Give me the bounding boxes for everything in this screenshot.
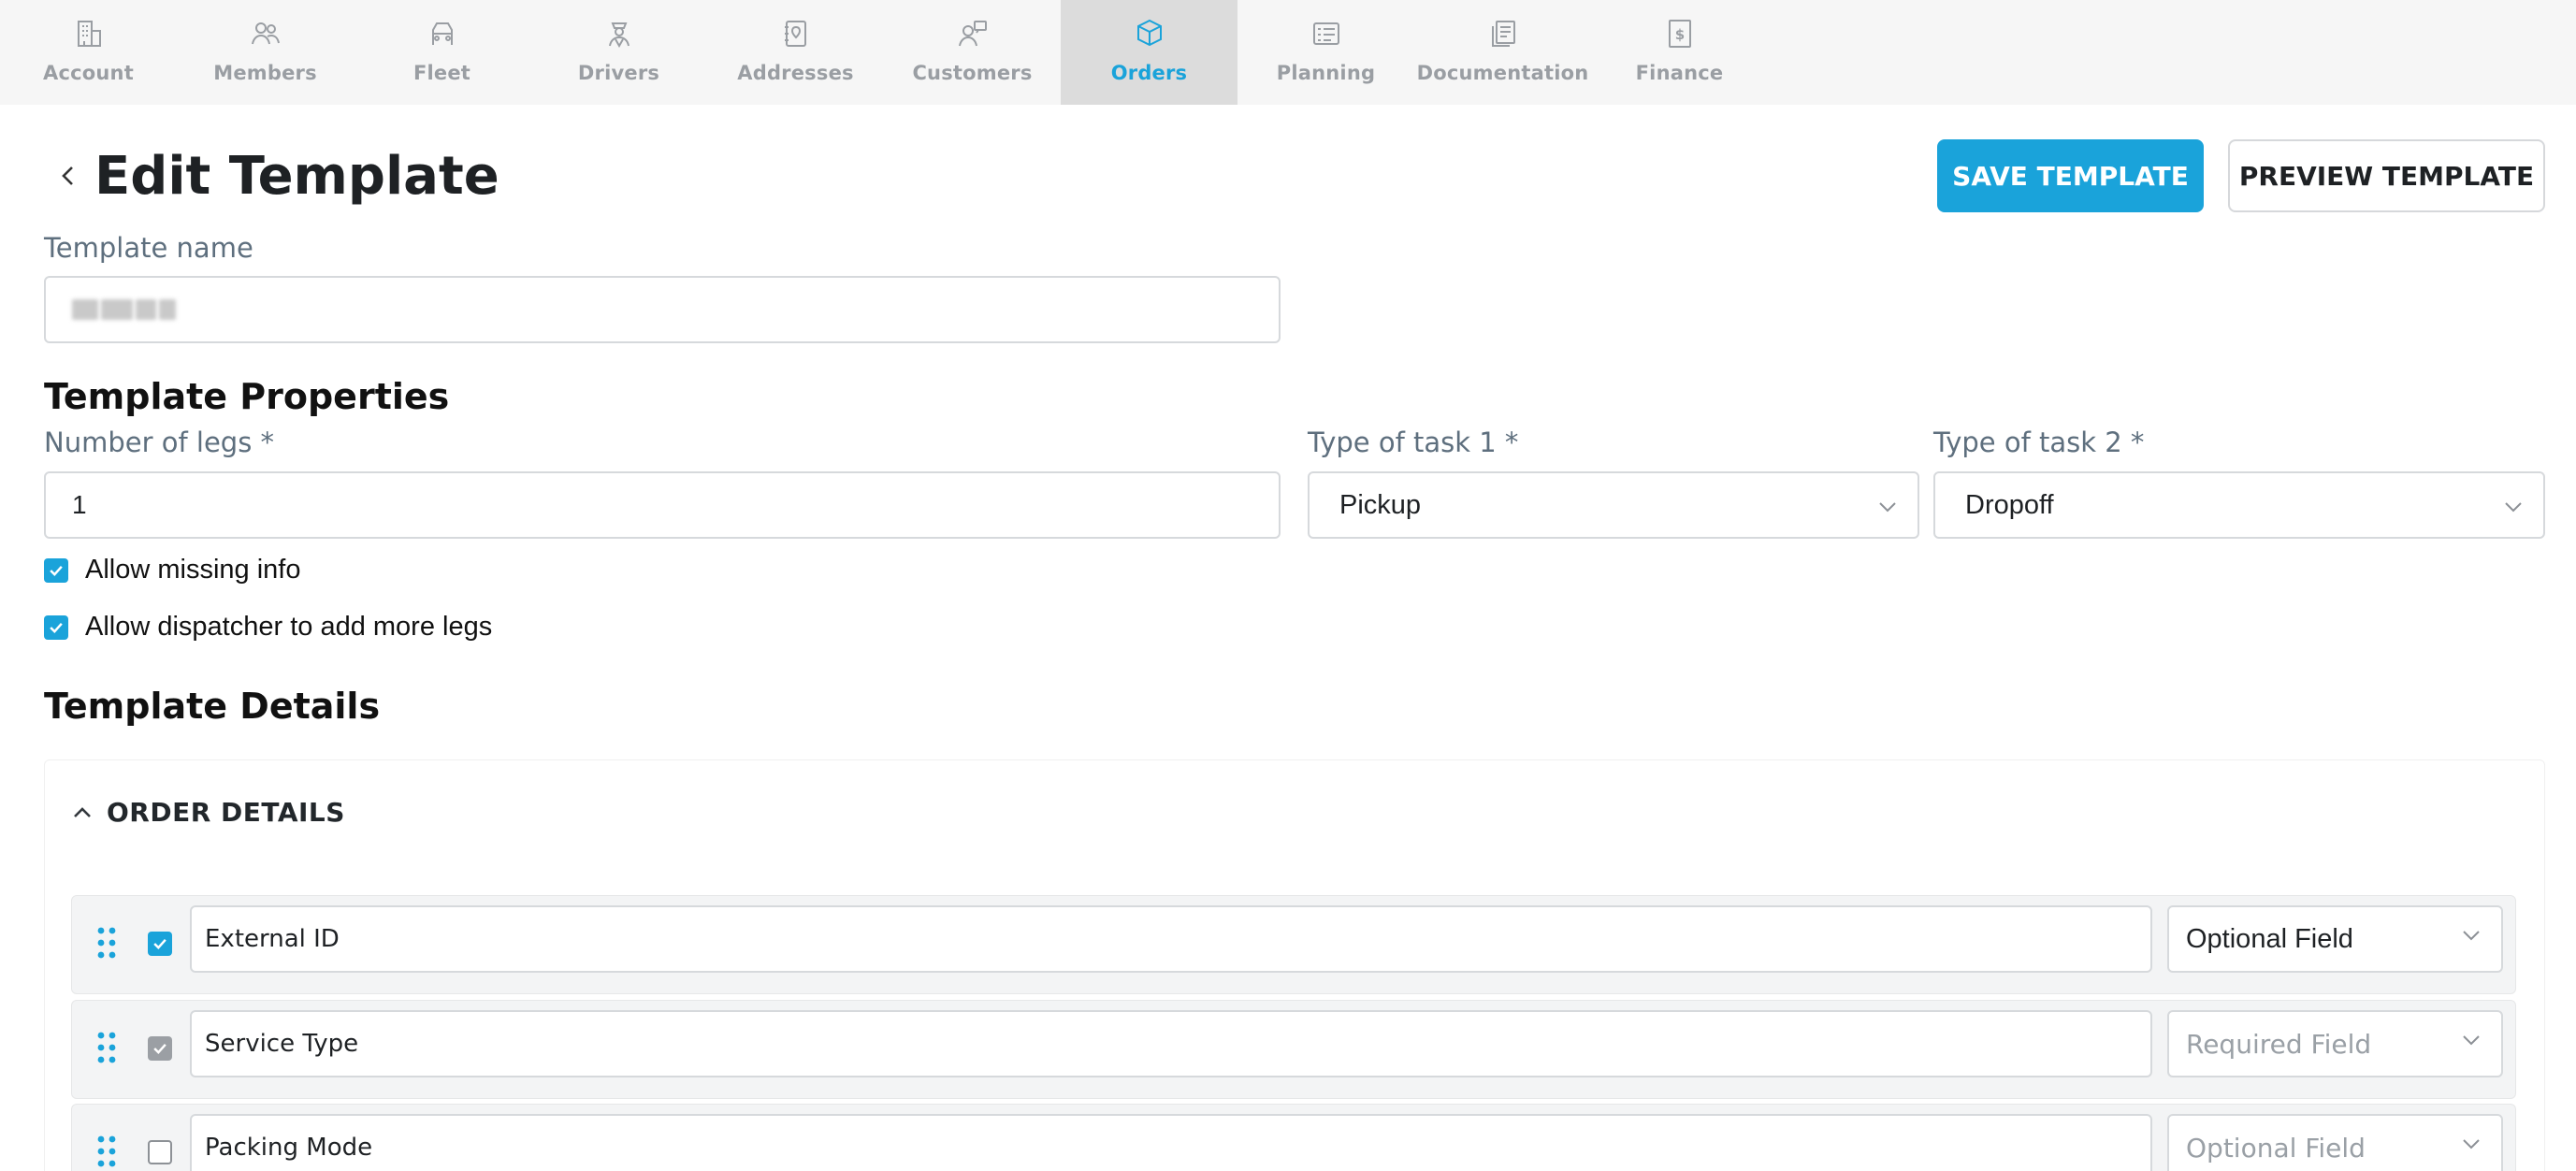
nav-item-label: Fleet — [412, 62, 471, 84]
task1-type-select[interactable]: Pickup — [1308, 471, 1919, 539]
preview-template-button[interactable]: PREVIEW TEMPLATE — [2228, 139, 2545, 212]
checkbox-checked[interactable] — [44, 614, 68, 640]
nav-item-label: Members — [213, 62, 317, 84]
allow-more-legs-label: Allow dispatcher to add more legs — [85, 612, 493, 642]
customer-icon — [954, 15, 991, 52]
task2-type-value: Dropoff — [1965, 489, 2054, 520]
field-name-input[interactable]: Packing Mode — [190, 1114, 2152, 1171]
field-name-input[interactable]: Service Type — [190, 1010, 2152, 1077]
nav-item-label: Finance — [1635, 62, 1724, 84]
field-requirement-value: Optional Field — [2186, 923, 2353, 954]
svg-text:$: $ — [1674, 26, 1684, 43]
page-title: Edit Template — [94, 146, 499, 207]
chevron-down-icon — [1879, 502, 1896, 513]
allow-missing-info-label: Allow missing info — [85, 555, 301, 585]
nav-item-planning[interactable]: Planning — [1237, 0, 1414, 105]
dollar-icon: $ — [1661, 15, 1699, 52]
drag-handle-icon[interactable] — [96, 1135, 117, 1168]
nav-item-finance[interactable]: $ Finance — [1591, 0, 1768, 105]
nav-item-label: Drivers — [577, 62, 660, 84]
nav-item-label: Planning — [1276, 62, 1376, 84]
nav-item-label: Account — [43, 62, 134, 84]
field-row: Packing Mode Optional Field — [71, 1104, 2516, 1171]
drag-handle-icon[interactable] — [96, 926, 117, 960]
task1-type-value: Pickup — [1339, 489, 1422, 520]
truck-icon — [424, 15, 461, 52]
chevron-down-icon — [2463, 1035, 2480, 1046]
number-of-legs-label: Number of legs * — [44, 426, 275, 458]
nav-item-label: Documentation — [1416, 62, 1589, 84]
field-row: Service Type Required Field — [71, 1000, 2516, 1099]
checklist-icon — [1308, 15, 1345, 52]
allow-missing-info-checkbox[interactable]: Allow missing info — [44, 555, 300, 586]
package-icon — [1131, 15, 1168, 52]
nav-item-orders[interactable]: Orders — [1061, 0, 1237, 105]
check-icon — [153, 938, 166, 949]
top-navigation: Account Members Fleet Drivers Addresses … — [0, 0, 2576, 105]
allow-more-legs-checkbox[interactable]: Allow dispatcher to add more legs — [44, 612, 492, 643]
redacted-value — [72, 299, 176, 320]
nav-item-drivers[interactable]: Drivers — [530, 0, 707, 105]
number-of-legs-input[interactable]: 1 — [44, 471, 1281, 539]
nav-item-label: Customers — [912, 62, 1033, 84]
field-enabled-checkbox[interactable] — [148, 1140, 172, 1164]
check-icon — [50, 622, 63, 633]
order-details-accordion-header[interactable]: ORDER DETAILS — [71, 797, 345, 828]
field-requirement-select[interactable]: Optional Field — [2167, 905, 2503, 973]
order-details-title: ORDER DETAILS — [107, 797, 345, 828]
nav-item-label: Orders — [1110, 62, 1188, 84]
nav-item-addresses[interactable]: Addresses — [707, 0, 884, 105]
template-name-input[interactable] — [44, 276, 1281, 343]
chevron-left-icon — [62, 166, 73, 185]
field-enabled-checkbox-locked — [148, 1036, 172, 1061]
task2-type-label: Type of task 2 * — [1933, 426, 2145, 458]
field-enabled-checkbox[interactable] — [148, 932, 172, 956]
task2-type-select[interactable]: Dropoff — [1933, 471, 2545, 539]
chevron-down-icon — [2463, 931, 2480, 941]
back-button[interactable] — [54, 159, 82, 193]
chevron-down-icon — [2463, 1139, 2480, 1149]
task1-type-label: Type of task 1 * — [1308, 426, 1519, 458]
check-icon — [153, 1043, 166, 1054]
field-requirement-value: Optional Field — [2186, 1132, 2366, 1164]
template-properties-title: Template Properties — [44, 376, 450, 417]
driver-icon — [601, 15, 638, 52]
chevron-down-icon — [2505, 502, 2522, 513]
nav-item-account[interactable]: Account — [0, 0, 177, 105]
users-icon — [247, 15, 284, 52]
building-icon — [70, 15, 108, 52]
nav-item-label: Addresses — [737, 62, 854, 84]
template-name-label: Template name — [44, 232, 253, 264]
nav-item-members[interactable]: Members — [177, 0, 354, 105]
drag-handle-icon[interactable] — [96, 1031, 117, 1064]
documents-icon — [1484, 15, 1522, 52]
check-icon — [50, 565, 63, 576]
field-row: External ID Optional Field — [71, 895, 2516, 994]
address-book-icon — [777, 15, 815, 52]
nav-item-fleet[interactable]: Fleet — [354, 0, 530, 105]
checkbox-checked[interactable] — [44, 557, 68, 583]
field-name-input[interactable]: External ID — [190, 905, 2152, 973]
nav-item-customers[interactable]: Customers — [884, 0, 1061, 105]
save-template-button[interactable]: SAVE TEMPLATE — [1937, 139, 2204, 212]
field-requirement-select[interactable]: Required Field — [2167, 1010, 2503, 1077]
nav-item-documentation[interactable]: Documentation — [1414, 0, 1591, 105]
field-requirement-select[interactable]: Optional Field — [2167, 1114, 2503, 1171]
field-requirement-value: Required Field — [2186, 1028, 2372, 1060]
template-details-title: Template Details — [44, 686, 381, 727]
chevron-up-icon — [74, 806, 91, 817]
